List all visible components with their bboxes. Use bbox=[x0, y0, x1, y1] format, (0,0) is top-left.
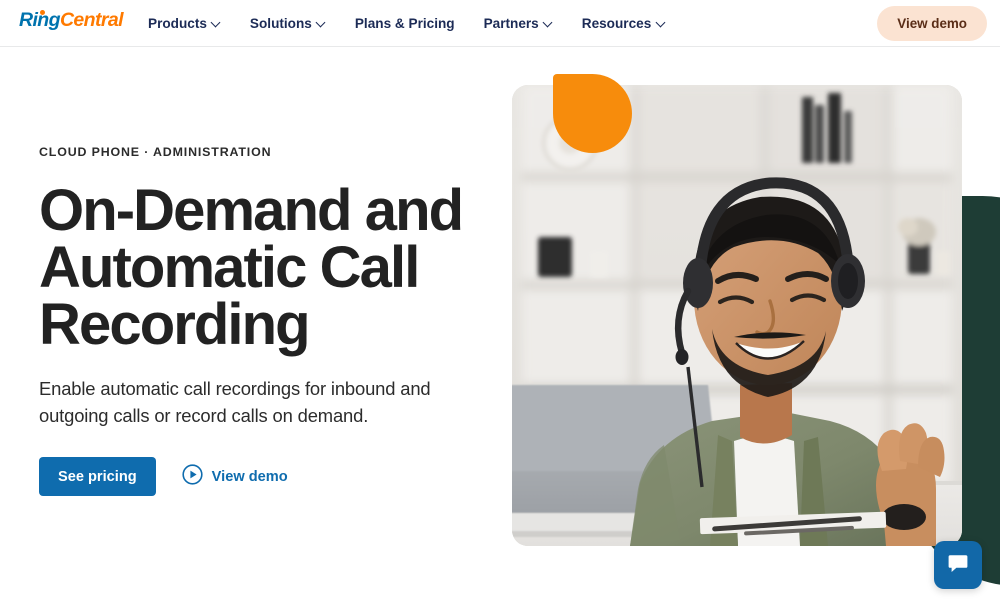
hero-image bbox=[512, 85, 962, 546]
nav-item-partners[interactable]: Partners bbox=[484, 17, 567, 31]
ringcentral-logo[interactable]: RingCentral bbox=[19, 9, 124, 31]
view-demo-link-label: View demo bbox=[211, 468, 288, 485]
site-header: RingCentral Products Solutions Plans & P… bbox=[0, 0, 1000, 47]
header-view-demo-button[interactable]: View demo bbox=[877, 6, 987, 41]
nav-label-products: Products bbox=[148, 15, 207, 31]
main-navigation: Products Solutions Plans & Pricing Partn… bbox=[148, 0, 679, 47]
hero-content: CLOUD PHONE · ADMINISTRATION On-Demand a… bbox=[39, 145, 489, 497]
chevron-down-icon bbox=[544, 19, 553, 28]
play-circle-icon bbox=[182, 464, 203, 489]
nav-label-plans-pricing: Plans & Pricing bbox=[354, 15, 455, 31]
hero-cta-row: See pricing View demo bbox=[39, 457, 489, 497]
hero-subheading: Enable automatic call recordings for inb… bbox=[39, 378, 431, 427]
nav-item-products[interactable]: Products bbox=[148, 17, 235, 31]
page-root: RingCentral Products Solutions Plans & P… bbox=[0, 0, 1000, 606]
orange-decor-shape bbox=[553, 74, 632, 153]
chat-widget-button[interactable] bbox=[934, 541, 982, 589]
nav-item-resources[interactable]: Resources bbox=[582, 17, 680, 31]
view-demo-link[interactable]: View demo bbox=[182, 464, 288, 489]
nav-item-solutions[interactable]: Solutions bbox=[250, 17, 340, 31]
nav-label-partners: Partners bbox=[483, 15, 539, 31]
nav-label-resources: Resources bbox=[581, 15, 652, 31]
hero-eyebrow: CLOUD PHONE · ADMINISTRATION bbox=[39, 145, 272, 159]
chat-bubble-icon bbox=[946, 551, 970, 580]
nav-label-solutions: Solutions bbox=[249, 15, 312, 31]
chevron-down-icon bbox=[317, 19, 326, 28]
chevron-down-icon bbox=[212, 19, 221, 28]
hero-photo-illustration bbox=[512, 85, 962, 546]
logo-dot-icon bbox=[39, 9, 45, 15]
page-title: On-Demand and Automatic Call Recording bbox=[39, 177, 464, 358]
chevron-down-icon bbox=[656, 19, 665, 28]
nav-item-plans-pricing[interactable]: Plans & Pricing bbox=[355, 17, 469, 31]
see-pricing-button[interactable]: See pricing bbox=[39, 457, 156, 497]
logo-text-central: Central bbox=[59, 9, 124, 31]
